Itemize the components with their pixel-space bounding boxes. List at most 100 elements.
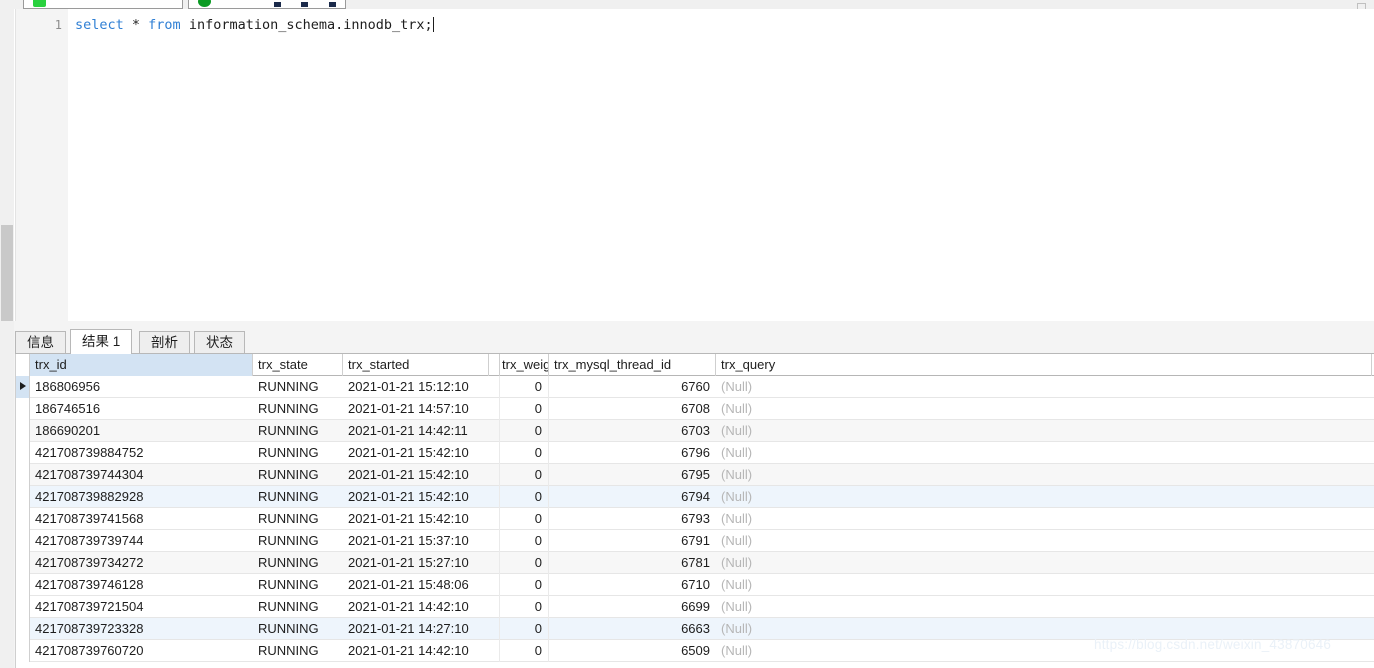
cell-trx_query[interactable]: (Null) <box>716 464 1372 486</box>
cell-trx_state[interactable]: RUNNING <box>253 398 343 420</box>
cell-trx_id[interactable]: 421708739884752 <box>30 442 253 464</box>
cell-trx_weight[interactable]: 0 <box>497 508 549 530</box>
cell-trx_id[interactable]: 421708739723328 <box>30 618 253 640</box>
cell-trx_started[interactable]: 2021-01-21 14:57:10 <box>343 398 489 420</box>
cell-trx_started[interactable]: 2021-01-21 14:42:11 <box>343 420 489 442</box>
cell-trx_mysql_thread_id[interactable]: 6699 <box>549 596 716 618</box>
cell-trx_weight[interactable]: 0 <box>497 486 549 508</box>
column-header-trx_started[interactable]: trx_started <box>343 354 489 376</box>
cell-trx_mysql_thread_id[interactable]: 6760 <box>549 376 716 398</box>
cell-trx_mysql_thread_id[interactable]: 6793 <box>549 508 716 530</box>
cell-trx_state[interactable]: RUNNING <box>253 618 343 640</box>
cell-trx_id[interactable]: 421708739882928 <box>30 486 253 508</box>
cell-trx_query[interactable]: (Null) <box>716 442 1372 464</box>
cell-trx_mysql_thread_id[interactable]: 6708 <box>549 398 716 420</box>
cell-trx_query[interactable]: (Null) <box>716 376 1372 398</box>
row-indicator-cell[interactable] <box>16 420 30 442</box>
cell-trx_state[interactable]: RUNNING <box>253 420 343 442</box>
cell-trx_started[interactable]: 2021-01-21 15:42:10 <box>343 486 489 508</box>
column-header-trx_state[interactable]: trx_state <box>253 354 343 376</box>
cell-trx_id[interactable]: 421708739721504 <box>30 596 253 618</box>
column-header-trx_mysql_thread_id[interactable]: trx_mysql_thread_id <box>549 354 716 376</box>
table-row[interactable]: 421708739744304 RUNNING 2021-01-21 15:42:1… <box>16 464 1374 486</box>
cell-trx_state[interactable]: RUNNING <box>253 486 343 508</box>
cell-trx_id[interactable]: 186806956 <box>30 376 253 398</box>
cell-trx_weight[interactable]: 0 <box>497 552 549 574</box>
row-indicator-cell[interactable] <box>16 398 30 420</box>
table-row[interactable]: 186806956 RUNNING 2021-01-21 15:12:10 0 6760… <box>16 376 1374 398</box>
cell-trx_mysql_thread_id[interactable]: 6781 <box>549 552 716 574</box>
cell-trx_id[interactable]: 421708739741568 <box>30 508 253 530</box>
table-row[interactable]: 421708739741568 RUNNING 2021-01-21 15:42:1… <box>16 508 1374 530</box>
cell-trx_query[interactable]: (Null) <box>716 574 1372 596</box>
cell-trx_started[interactable]: 2021-01-21 15:42:10 <box>343 464 489 486</box>
table-row[interactable]: 421708739884752 RUNNING 2021-01-21 15:42:1… <box>16 442 1374 464</box>
cell-trx_weight[interactable]: 0 <box>497 442 549 464</box>
cell-trx_mysql_thread_id[interactable]: 6796 <box>549 442 716 464</box>
table-row[interactable]: 421708739746128 RUNNING 2021-01-21 15:48:0… <box>16 574 1374 596</box>
row-indicator-cell[interactable] <box>16 640 30 662</box>
cell-trx_state[interactable]: RUNNING <box>253 552 343 574</box>
cell-trx_id[interactable]: 421708739739744 <box>30 530 253 552</box>
row-indicator-cell[interactable] <box>16 596 30 618</box>
row-indicator-cell[interactable] <box>16 530 30 552</box>
cell-trx_weight[interactable]: 0 <box>497 420 549 442</box>
row-indicator-cell[interactable] <box>16 486 30 508</box>
cell-trx_started[interactable]: 2021-01-21 15:42:10 <box>343 508 489 530</box>
cell-trx_started[interactable]: 2021-01-21 15:42:10 <box>343 442 489 464</box>
cell-trx_id[interactable]: 421708739746128 <box>30 574 253 596</box>
cell-trx_mysql_thread_id[interactable]: 6663 <box>549 618 716 640</box>
table-row[interactable]: 186746516 RUNNING 2021-01-21 14:57:10 0 6708… <box>16 398 1374 420</box>
cell-trx_weight[interactable]: 0 <box>497 530 549 552</box>
tab-profile[interactable]: 剖析 <box>139 331 190 353</box>
cell-trx_state[interactable]: RUNNING <box>253 464 343 486</box>
cell-trx_weight[interactable]: 0 <box>497 376 549 398</box>
cell-trx_weight[interactable]: 0 <box>497 398 549 420</box>
cell-trx_mysql_thread_id[interactable]: 6509 <box>549 640 716 662</box>
cell-trx_id[interactable]: 186746516 <box>30 398 253 420</box>
cell-trx_id[interactable]: 421708739734272 <box>30 552 253 574</box>
table-row[interactable]: 421708739721504 RUNNING 2021-01-21 14:42:1… <box>16 596 1374 618</box>
cell-trx_started[interactable]: 2021-01-21 15:12:10 <box>343 376 489 398</box>
row-indicator-cell[interactable] <box>16 376 30 398</box>
cell-trx_mysql_thread_id[interactable]: 6794 <box>549 486 716 508</box>
cell-trx_id[interactable]: 421708739744304 <box>30 464 253 486</box>
cell-trx_started[interactable]: 2021-01-21 15:48:06 <box>343 574 489 596</box>
cell-trx_query[interactable]: (Null) <box>716 420 1372 442</box>
row-indicator-cell[interactable] <box>16 442 30 464</box>
stop-query-button[interactable] <box>188 0 346 9</box>
table-row[interactable]: 421708739739744 RUNNING 2021-01-21 15:37:1… <box>16 530 1374 552</box>
cell-trx_state[interactable]: RUNNING <box>253 530 343 552</box>
row-indicator-cell[interactable] <box>16 464 30 486</box>
cell-trx_started[interactable]: 2021-01-21 14:42:10 <box>343 596 489 618</box>
sql-code-line[interactable]: select * from information_schema.innodb_… <box>75 17 434 33</box>
row-indicator-cell[interactable] <box>16 552 30 574</box>
cell-trx_query[interactable]: (Null) <box>716 398 1372 420</box>
cell-trx_state[interactable]: RUNNING <box>253 442 343 464</box>
cell-trx_started[interactable]: 2021-01-21 15:27:10 <box>343 552 489 574</box>
cell-trx_weight[interactable]: 0 <box>497 596 549 618</box>
cell-trx_query[interactable]: (Null) <box>716 552 1372 574</box>
sql-editor[interactable]: 1 select * from information_schema.innod… <box>15 9 1374 321</box>
cell-trx_query[interactable]: (Null) <box>716 486 1372 508</box>
cell-trx_mysql_thread_id[interactable]: 6795 <box>549 464 716 486</box>
cell-trx_state[interactable]: RUNNING <box>253 574 343 596</box>
cell-trx_mysql_thread_id[interactable]: 6710 <box>549 574 716 596</box>
run-query-button[interactable] <box>23 0 183 9</box>
tab-info[interactable]: 信息 <box>15 331 66 353</box>
cell-trx_query[interactable]: (Null) <box>716 530 1372 552</box>
editor-vertical-scrollbar[interactable] <box>0 9 14 349</box>
table-row[interactable]: 421708739734272 RUNNING 2021-01-21 15:27:1… <box>16 552 1374 574</box>
table-row[interactable]: 421708739882928 RUNNING 2021-01-21 15:42:1… <box>16 486 1374 508</box>
cell-trx_state[interactable]: RUNNING <box>253 376 343 398</box>
row-indicator-cell[interactable] <box>16 508 30 530</box>
row-indicator-cell[interactable] <box>16 574 30 596</box>
tab-status[interactable]: 状态 <box>194 331 245 353</box>
cell-trx_state[interactable]: RUNNING <box>253 596 343 618</box>
cell-trx_state[interactable]: RUNNING <box>253 508 343 530</box>
column-header-trx_id[interactable]: trx_id <box>30 354 253 376</box>
cell-trx_weight[interactable]: 0 <box>497 464 549 486</box>
column-header-trx_weight[interactable]: trx_weig <box>497 354 549 376</box>
cell-trx_started[interactable]: 2021-01-21 14:42:10 <box>343 640 489 662</box>
cell-trx_weight[interactable]: 0 <box>497 640 549 662</box>
